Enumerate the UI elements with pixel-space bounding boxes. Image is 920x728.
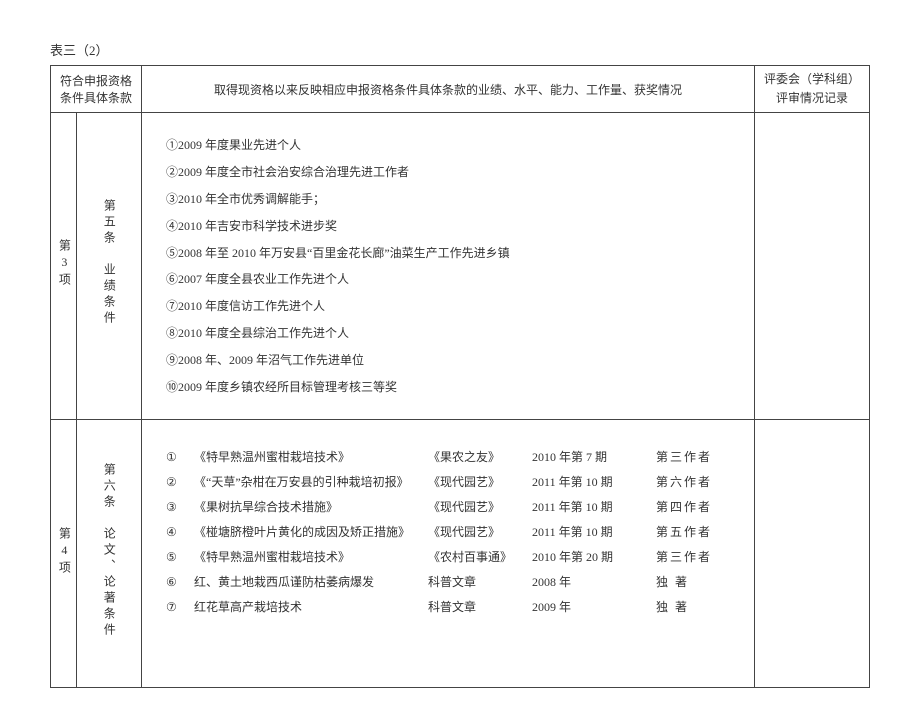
row4-index: 第4项 bbox=[51, 420, 77, 688]
pub-marker: ④ bbox=[166, 525, 180, 540]
page-title: 表三（2） bbox=[50, 40, 870, 59]
row4-content: ①《特早熟温州蜜柑栽培技术》《果农之友》2010 年第 7 期第三作者②《“天草… bbox=[142, 420, 755, 688]
pub-marker: ③ bbox=[166, 500, 180, 515]
pub-journal: 《现代园艺》 bbox=[428, 498, 518, 515]
pub-journal: 《农村百事通》 bbox=[428, 548, 518, 565]
pub-issue: 2010 年第 7 期 bbox=[532, 448, 642, 465]
row3-sub: 第五条 业绩条件 bbox=[77, 113, 142, 420]
achievement-item: ⑨2008 年、2009 年沼气工作先进单位 bbox=[166, 352, 730, 369]
achievements-list: ①2009 年度果业先进个人 ②2009 年度全市社会治安综合治理先进工作者 ③20… bbox=[148, 117, 748, 415]
row3-index: 第3项 bbox=[51, 113, 77, 420]
pub-issue: 2010 年第 20 期 bbox=[532, 548, 642, 565]
achievement-item: ②2009 年度全市社会治安综合治理先进工作者 bbox=[166, 164, 730, 181]
pub-marker: ⑥ bbox=[166, 575, 180, 590]
publication-row: ② 《“天草”杂柑在万安县的引种栽培初报》《现代园艺》 2011 年第 10 期第六… bbox=[166, 473, 730, 490]
pub-author: 独 著 bbox=[656, 573, 726, 590]
pub-issue: 2011 年第 10 期 bbox=[532, 523, 642, 540]
pub-issue: 2009 年 bbox=[532, 598, 642, 615]
header-eval-line1: 评委会（学科组） bbox=[761, 70, 863, 89]
row3-index-text: 第3项 bbox=[57, 239, 71, 289]
publication-row: ⑥ 红、黄土地栽西瓜谨防枯萎病爆发科普文章 2008 年独 著 bbox=[166, 573, 730, 590]
pub-marker: ⑦ bbox=[166, 600, 180, 615]
achievement-item: ①2009 年度果业先进个人 bbox=[166, 137, 730, 154]
pub-journal: 科普文章 bbox=[428, 598, 518, 615]
pub-journal: 科普文章 bbox=[428, 573, 518, 590]
row4-eval bbox=[755, 420, 870, 688]
header-eval: 评委会（学科组） 评审情况记录 bbox=[755, 66, 870, 113]
row3-sub-text: 第五条 业绩条件 bbox=[102, 199, 116, 327]
pub-journal: 《现代园艺》 bbox=[428, 523, 518, 540]
qualification-table: 符合申报资格条件具体条款 取得现资格以来反映相应申报资格条件具体条款的业绩、水平… bbox=[50, 65, 870, 688]
publication-row: ③ 《果树抗旱综合技术措施》《现代园艺》 2011 年第 10 期第四作者 bbox=[166, 498, 730, 515]
achievement-item: ④2010 年吉安市科学技术进步奖 bbox=[166, 218, 730, 235]
row4-sub: 第六条 论文、论著条件 bbox=[77, 420, 142, 688]
pub-title: 红花草高产栽培技术 bbox=[194, 598, 414, 615]
pub-author: 第四作者 bbox=[656, 498, 726, 515]
row4-index-text: 第4项 bbox=[57, 527, 71, 577]
pub-marker: ① bbox=[166, 450, 180, 465]
row3-content: ①2009 年度果业先进个人 ②2009 年度全市社会治安综合治理先进工作者 ③20… bbox=[142, 113, 755, 420]
pub-title: 《“天草”杂柑在万安县的引种栽培初报》 bbox=[194, 473, 414, 490]
header-eval-line2: 评审情况记录 bbox=[761, 89, 863, 108]
header-cond: 符合申报资格条件具体条款 bbox=[51, 66, 142, 113]
pub-journal: 《现代园艺》 bbox=[428, 473, 518, 490]
pub-issue: 2011 年第 10 期 bbox=[532, 498, 642, 515]
pub-title: 红、黄土地栽西瓜谨防枯萎病爆发 bbox=[194, 573, 414, 590]
pub-title: 《特早熟温州蜜柑栽培技术》 bbox=[194, 548, 414, 565]
achievement-item: ③2010 年全市优秀调解能手； bbox=[166, 191, 730, 208]
publication-row: ① 《特早熟温州蜜柑栽培技术》《果农之友》 2010 年第 7 期第三作者 bbox=[166, 448, 730, 465]
achievement-item: ⑤2008 年至 2010 年万安县“百里金花长廊”油菜生产工作先进乡镇 bbox=[166, 245, 730, 262]
pub-marker: ⑤ bbox=[166, 550, 180, 565]
pub-journal: 《果农之友》 bbox=[428, 448, 518, 465]
header-desc: 取得现资格以来反映相应申报资格条件具体条款的业绩、水平、能力、工作量、获奖情况 bbox=[142, 66, 755, 113]
publication-row: ⑦ 红花草高产栽培技术科普文章 2009 年独 著 bbox=[166, 598, 730, 615]
pub-marker: ② bbox=[166, 475, 180, 490]
pub-author: 第三作者 bbox=[656, 448, 726, 465]
pub-title: 《特早熟温州蜜柑栽培技术》 bbox=[194, 448, 414, 465]
pub-author: 第六作者 bbox=[656, 473, 726, 490]
row3-eval bbox=[755, 113, 870, 420]
row4-sub-text: 第六条 论文、论著条件 bbox=[102, 463, 116, 639]
pub-author: 第五作者 bbox=[656, 523, 726, 540]
achievement-item: ⑥2007 年度全县农业工作先进个人 bbox=[166, 271, 730, 288]
achievement-item: ⑧2010 年度全县综治工作先进个人 bbox=[166, 325, 730, 342]
pub-title: 《果树抗旱综合技术措施》 bbox=[194, 498, 414, 515]
pub-author: 第三作者 bbox=[656, 548, 726, 565]
pub-issue: 2008 年 bbox=[532, 573, 642, 590]
achievement-item: ⑦2010 年度信访工作先进个人 bbox=[166, 298, 730, 315]
achievement-item: ⑩2009 年度乡镇农经所目标管理考核三等奖 bbox=[166, 379, 730, 396]
pub-author: 独 著 bbox=[656, 598, 726, 615]
publication-row: ④ 《椪塘脐橙叶片黄化的成因及矫正措施》《现代园艺》 2011 年第 10 期第五作… bbox=[166, 523, 730, 540]
pub-title: 《椪塘脐橙叶片黄化的成因及矫正措施》 bbox=[194, 523, 414, 540]
pub-issue: 2011 年第 10 期 bbox=[532, 473, 642, 490]
publication-row: ⑤ 《特早熟温州蜜柑栽培技术》《农村百事通》 2010 年第 20 期第三作者 bbox=[166, 548, 730, 565]
publications-list: ①《特早熟温州蜜柑栽培技术》《果农之友》2010 年第 7 期第三作者②《“天草… bbox=[148, 424, 748, 683]
